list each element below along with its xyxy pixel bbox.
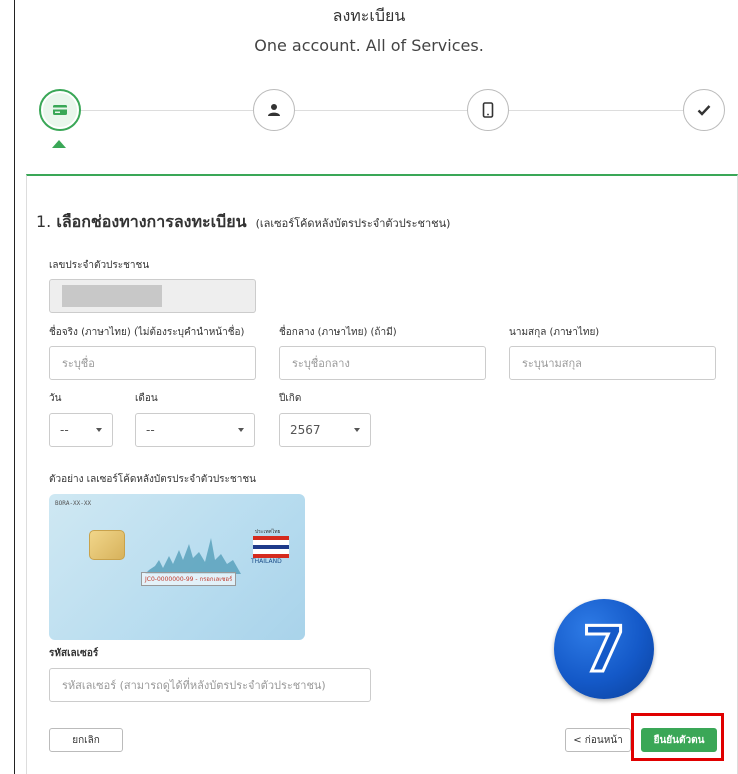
month-label: เดือน bbox=[135, 393, 158, 404]
example-label: ตัวอย่าง เลเซอร์โค้ดหลังบัตรประจำตัวประช… bbox=[49, 474, 256, 485]
temple-silhouette bbox=[145, 538, 241, 574]
id-card-example-image: BORA-XX-XX ประเทศไทย THAILAND JC0-000000… bbox=[49, 494, 305, 640]
year-value: 2567 bbox=[290, 423, 321, 437]
month-select[interactable]: -- bbox=[135, 413, 255, 447]
id-card-icon bbox=[53, 105, 67, 115]
thai-flag-icon bbox=[253, 536, 289, 558]
last-name-label: นามสกุล (ภาษาไทย) bbox=[509, 327, 600, 338]
chevron-down-icon bbox=[238, 428, 244, 432]
section-number: 1. bbox=[36, 212, 52, 231]
cancel-button[interactable]: ยกเลิก bbox=[49, 728, 123, 752]
month-value: -- bbox=[146, 423, 155, 437]
chevron-down-icon bbox=[354, 428, 360, 432]
section-subtitle: (เลเซอร์โค้ดหลังบัตรประจำตัวประชาชน) bbox=[255, 217, 451, 230]
card-chip bbox=[89, 530, 125, 560]
step-number-badge: 7 bbox=[554, 599, 654, 699]
masked-citizen-id bbox=[62, 285, 162, 307]
step-3[interactable] bbox=[467, 89, 509, 131]
laser-hint: กรอกเลเซอร์ bbox=[199, 576, 233, 583]
day-select[interactable]: -- bbox=[49, 413, 113, 447]
step-4[interactable] bbox=[683, 89, 725, 131]
card-country: THAILAND bbox=[251, 558, 282, 565]
chevron-down-icon bbox=[96, 428, 102, 432]
citizen-id-field[interactable] bbox=[49, 279, 256, 313]
mobile-icon bbox=[482, 102, 494, 118]
highlight-box bbox=[631, 713, 724, 761]
first-name-label: ชื่อจริง (ภาษาไทย) (ไม่ต้องระบุคำนำหน้าช… bbox=[49, 327, 245, 338]
page-title: ลงทะเบียน bbox=[332, 6, 406, 25]
step-1[interactable] bbox=[39, 89, 81, 131]
laser-code-input[interactable]: รหัสเลเซอร์ (สามารถดูได้ที่หลังบัตรประจำ… bbox=[49, 668, 371, 702]
laser-sample-code: JC0-0000000-99 bbox=[145, 576, 194, 583]
day-value: -- bbox=[60, 423, 69, 437]
page-subtitle: One account. All of Services. bbox=[254, 36, 484, 55]
first-name-input[interactable]: ระบุชื่อ bbox=[49, 346, 256, 380]
year-label: ปีเกิด bbox=[279, 393, 302, 404]
active-step-indicator bbox=[52, 140, 66, 148]
year-select[interactable]: 2567 bbox=[279, 413, 371, 447]
step-number: 7 bbox=[581, 611, 627, 687]
middle-name-label: ชื่อกลาง (ภาษาไทย) (ถ้ามี) bbox=[279, 327, 397, 338]
check-icon bbox=[697, 105, 711, 116]
user-icon bbox=[268, 104, 280, 116]
back-button[interactable]: < ก่อนหน้า bbox=[565, 728, 631, 752]
laser-code-label: รหัสเลเซอร์ bbox=[49, 648, 99, 659]
stepper-line bbox=[60, 110, 700, 111]
day-label: วัน bbox=[49, 393, 62, 404]
card-laser-sample: JC0-0000000-99 - กรอกเลเซอร์ bbox=[141, 572, 237, 586]
citizen-id-label: เลขประจำตัวประชาชน bbox=[49, 260, 150, 271]
section-title: เลือกช่องทางการลงทะเบียน bbox=[56, 212, 247, 231]
card-code: BORA-XX-XX bbox=[55, 500, 92, 507]
last-name-input[interactable]: ระบุนามสกุล bbox=[509, 346, 716, 380]
middle-name-input[interactable]: ระบุชื่อกลาง bbox=[279, 346, 486, 380]
section-heading: 1. เลือกช่องทางการลงทะเบียน (เลเซอร์โค้ด… bbox=[36, 210, 450, 235]
step-2[interactable] bbox=[253, 89, 295, 131]
card-country-word: ประเทศไทย bbox=[255, 529, 281, 535]
